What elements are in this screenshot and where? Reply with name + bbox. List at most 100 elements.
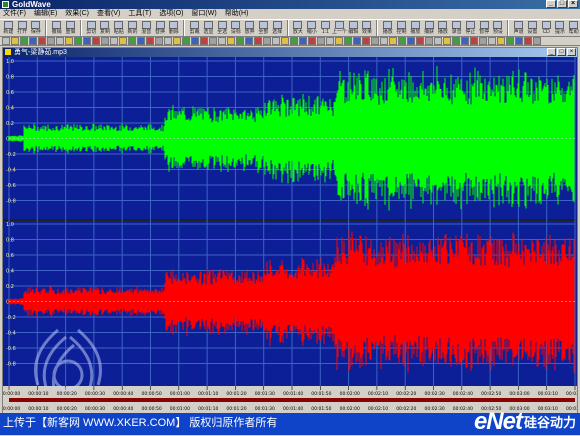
tool-icon[interactable] — [209, 37, 217, 45]
tool-icon[interactable] — [389, 37, 397, 45]
tool-icon[interactable] — [119, 37, 127, 45]
toolbar-button-select-all[interactable]: 全选 — [216, 20, 229, 37]
tool-icon[interactable] — [92, 37, 100, 45]
tool-icon[interactable] — [173, 37, 181, 45]
tool-icon[interactable] — [452, 37, 460, 45]
tool-icon[interactable] — [299, 37, 307, 45]
toolbar-button-view-all[interactable]: 全部 — [257, 20, 270, 37]
toolbar-button-play[interactable]: 播放 — [436, 20, 449, 37]
tool-icon[interactable] — [488, 37, 496, 45]
toolbar-button-control[interactable]: 控制 — [395, 20, 408, 37]
menu-options[interactable]: 选项(O) — [159, 9, 183, 19]
menu-help[interactable]: 帮助(H) — [225, 9, 249, 19]
toolbar-button-help[interactable]: 帮助 — [567, 20, 580, 37]
tool-icon[interactable] — [236, 37, 244, 45]
toolbar-button-record[interactable]: 录音 — [450, 20, 463, 37]
toolbar-button-undo[interactable]: 撤销 — [50, 20, 63, 37]
toolbar-button-edit[interactable]: 编辑 — [347, 20, 360, 37]
tool-icon[interactable] — [65, 37, 73, 45]
tool-icon[interactable] — [182, 37, 190, 45]
tool-icon[interactable] — [2, 37, 10, 45]
tool-icon[interactable] — [416, 37, 424, 45]
menu-view[interactable]: 查看(V) — [97, 9, 120, 19]
toolbar-button-cd[interactable]: CD — [540, 20, 553, 37]
tool-icon[interactable] — [245, 37, 253, 45]
close-button[interactable]: × — [568, 0, 578, 8]
tool-icon[interactable] — [146, 37, 154, 45]
toolbar-button-previous[interactable]: 上一个 — [332, 20, 347, 37]
toolbar-button-pause[interactable]: 暂停 — [478, 20, 491, 37]
tool-icon[interactable] — [344, 37, 352, 45]
tool-icon[interactable] — [11, 37, 19, 45]
tool-icon[interactable] — [254, 37, 262, 45]
toolbar-button-save[interactable]: 保存 — [30, 20, 43, 37]
tool-icon[interactable] — [398, 37, 406, 45]
toolbar-button-paste[interactable]: 粘贴 — [112, 20, 125, 37]
tool-icon[interactable] — [38, 37, 46, 45]
tool-icon[interactable] — [29, 37, 37, 45]
menu-edit[interactable]: 编辑(E) — [34, 9, 57, 19]
tool-icon[interactable] — [191, 37, 199, 45]
toolbar-button-capture[interactable]: 捕获 — [423, 20, 436, 37]
menu-window[interactable]: 窗口(W) — [191, 9, 216, 19]
tool-icon[interactable] — [479, 37, 487, 45]
tool-icon[interactable] — [218, 37, 226, 45]
toolbar-button-play[interactable]: 播放 — [409, 20, 422, 37]
tool-icon[interactable] — [317, 37, 325, 45]
toolbar-button-paste-new[interactable]: 新的 — [126, 20, 139, 37]
doc-minimize-button[interactable]: _ — [547, 48, 556, 56]
tool-icon[interactable] — [101, 37, 109, 45]
doc-close-button[interactable]: × — [567, 48, 576, 56]
tool-icon[interactable] — [137, 37, 145, 45]
tool-icon[interactable] — [56, 37, 64, 45]
toolbar-button-stop[interactable]: 停止 — [464, 20, 477, 37]
tool-icon[interactable] — [326, 37, 334, 45]
tool-icon[interactable] — [164, 37, 172, 45]
toolbar-button-settings[interactable]: 设置 — [526, 20, 539, 37]
tool-icon[interactable] — [290, 37, 298, 45]
toolbar-button-view-selection[interactable]: 选择 — [271, 20, 284, 37]
toolbar-button-mix[interactable]: 混音 — [140, 20, 153, 37]
tool-icon[interactable] — [443, 37, 451, 45]
toolbar-button-zoom-in[interactable]: 放大 — [292, 20, 305, 37]
tool-icon[interactable] — [533, 37, 541, 45]
tool-icon[interactable] — [128, 37, 136, 45]
tool-icon[interactable] — [47, 37, 55, 45]
toolbar-button-cue[interactable]: 提示 — [554, 20, 567, 37]
toolbar-button-open[interactable]: 打开 — [16, 20, 29, 37]
tool-icon[interactable] — [515, 37, 523, 45]
tool-icon[interactable] — [425, 37, 433, 45]
toolbar-button-cut[interactable]: 剪切 — [85, 20, 98, 37]
tool-icon[interactable] — [335, 37, 343, 45]
toolbar-button-play[interactable]: 播放 — [381, 20, 394, 37]
tool-icon[interactable] — [407, 37, 415, 45]
toolbar-button-select-view[interactable]: 选显 — [202, 20, 215, 37]
toolbar-button-new[interactable]: 新建 — [2, 20, 15, 37]
toolbar-button-effect[interactable]: 效果 — [361, 20, 374, 37]
toolbar-button-zoom-out[interactable]: 缩小 — [305, 20, 318, 37]
toolbar-button-zoom-1-1[interactable]: 1:1 — [319, 20, 332, 37]
toolbar-button-trim[interactable]: 剪裁 — [188, 20, 201, 37]
toolbar-button-replace[interactable]: 替换 — [154, 20, 167, 37]
menu-effects[interactable]: 效果(C) — [65, 9, 89, 19]
toolbar-button-set-marker[interactable]: 设标 — [229, 20, 242, 37]
toolbar-button-delete[interactable]: 删除 — [167, 20, 180, 37]
tool-icon[interactable] — [20, 37, 28, 45]
tool-icon[interactable] — [461, 37, 469, 45]
tool-icon[interactable] — [353, 37, 361, 45]
toolbar-button-copy[interactable]: 复制 — [99, 20, 112, 37]
tool-icon[interactable] — [155, 37, 163, 45]
maximize-button[interactable]: □ — [557, 0, 567, 8]
menu-file[interactable]: 文件(F) — [3, 9, 26, 19]
toolbar-button-redo[interactable]: 重做 — [64, 20, 77, 37]
doc-maximize-button[interactable]: □ — [557, 48, 566, 56]
tool-icon[interactable] — [470, 37, 478, 45]
tool-icon[interactable] — [524, 37, 532, 45]
tool-icon[interactable] — [434, 37, 442, 45]
tool-icon[interactable] — [497, 37, 505, 45]
tool-icon[interactable] — [371, 37, 379, 45]
tool-icon[interactable] — [83, 37, 91, 45]
tool-icon[interactable] — [263, 37, 271, 45]
toolbar-button-channel[interactable]: 声道 — [512, 20, 525, 37]
tool-icon[interactable] — [272, 37, 280, 45]
